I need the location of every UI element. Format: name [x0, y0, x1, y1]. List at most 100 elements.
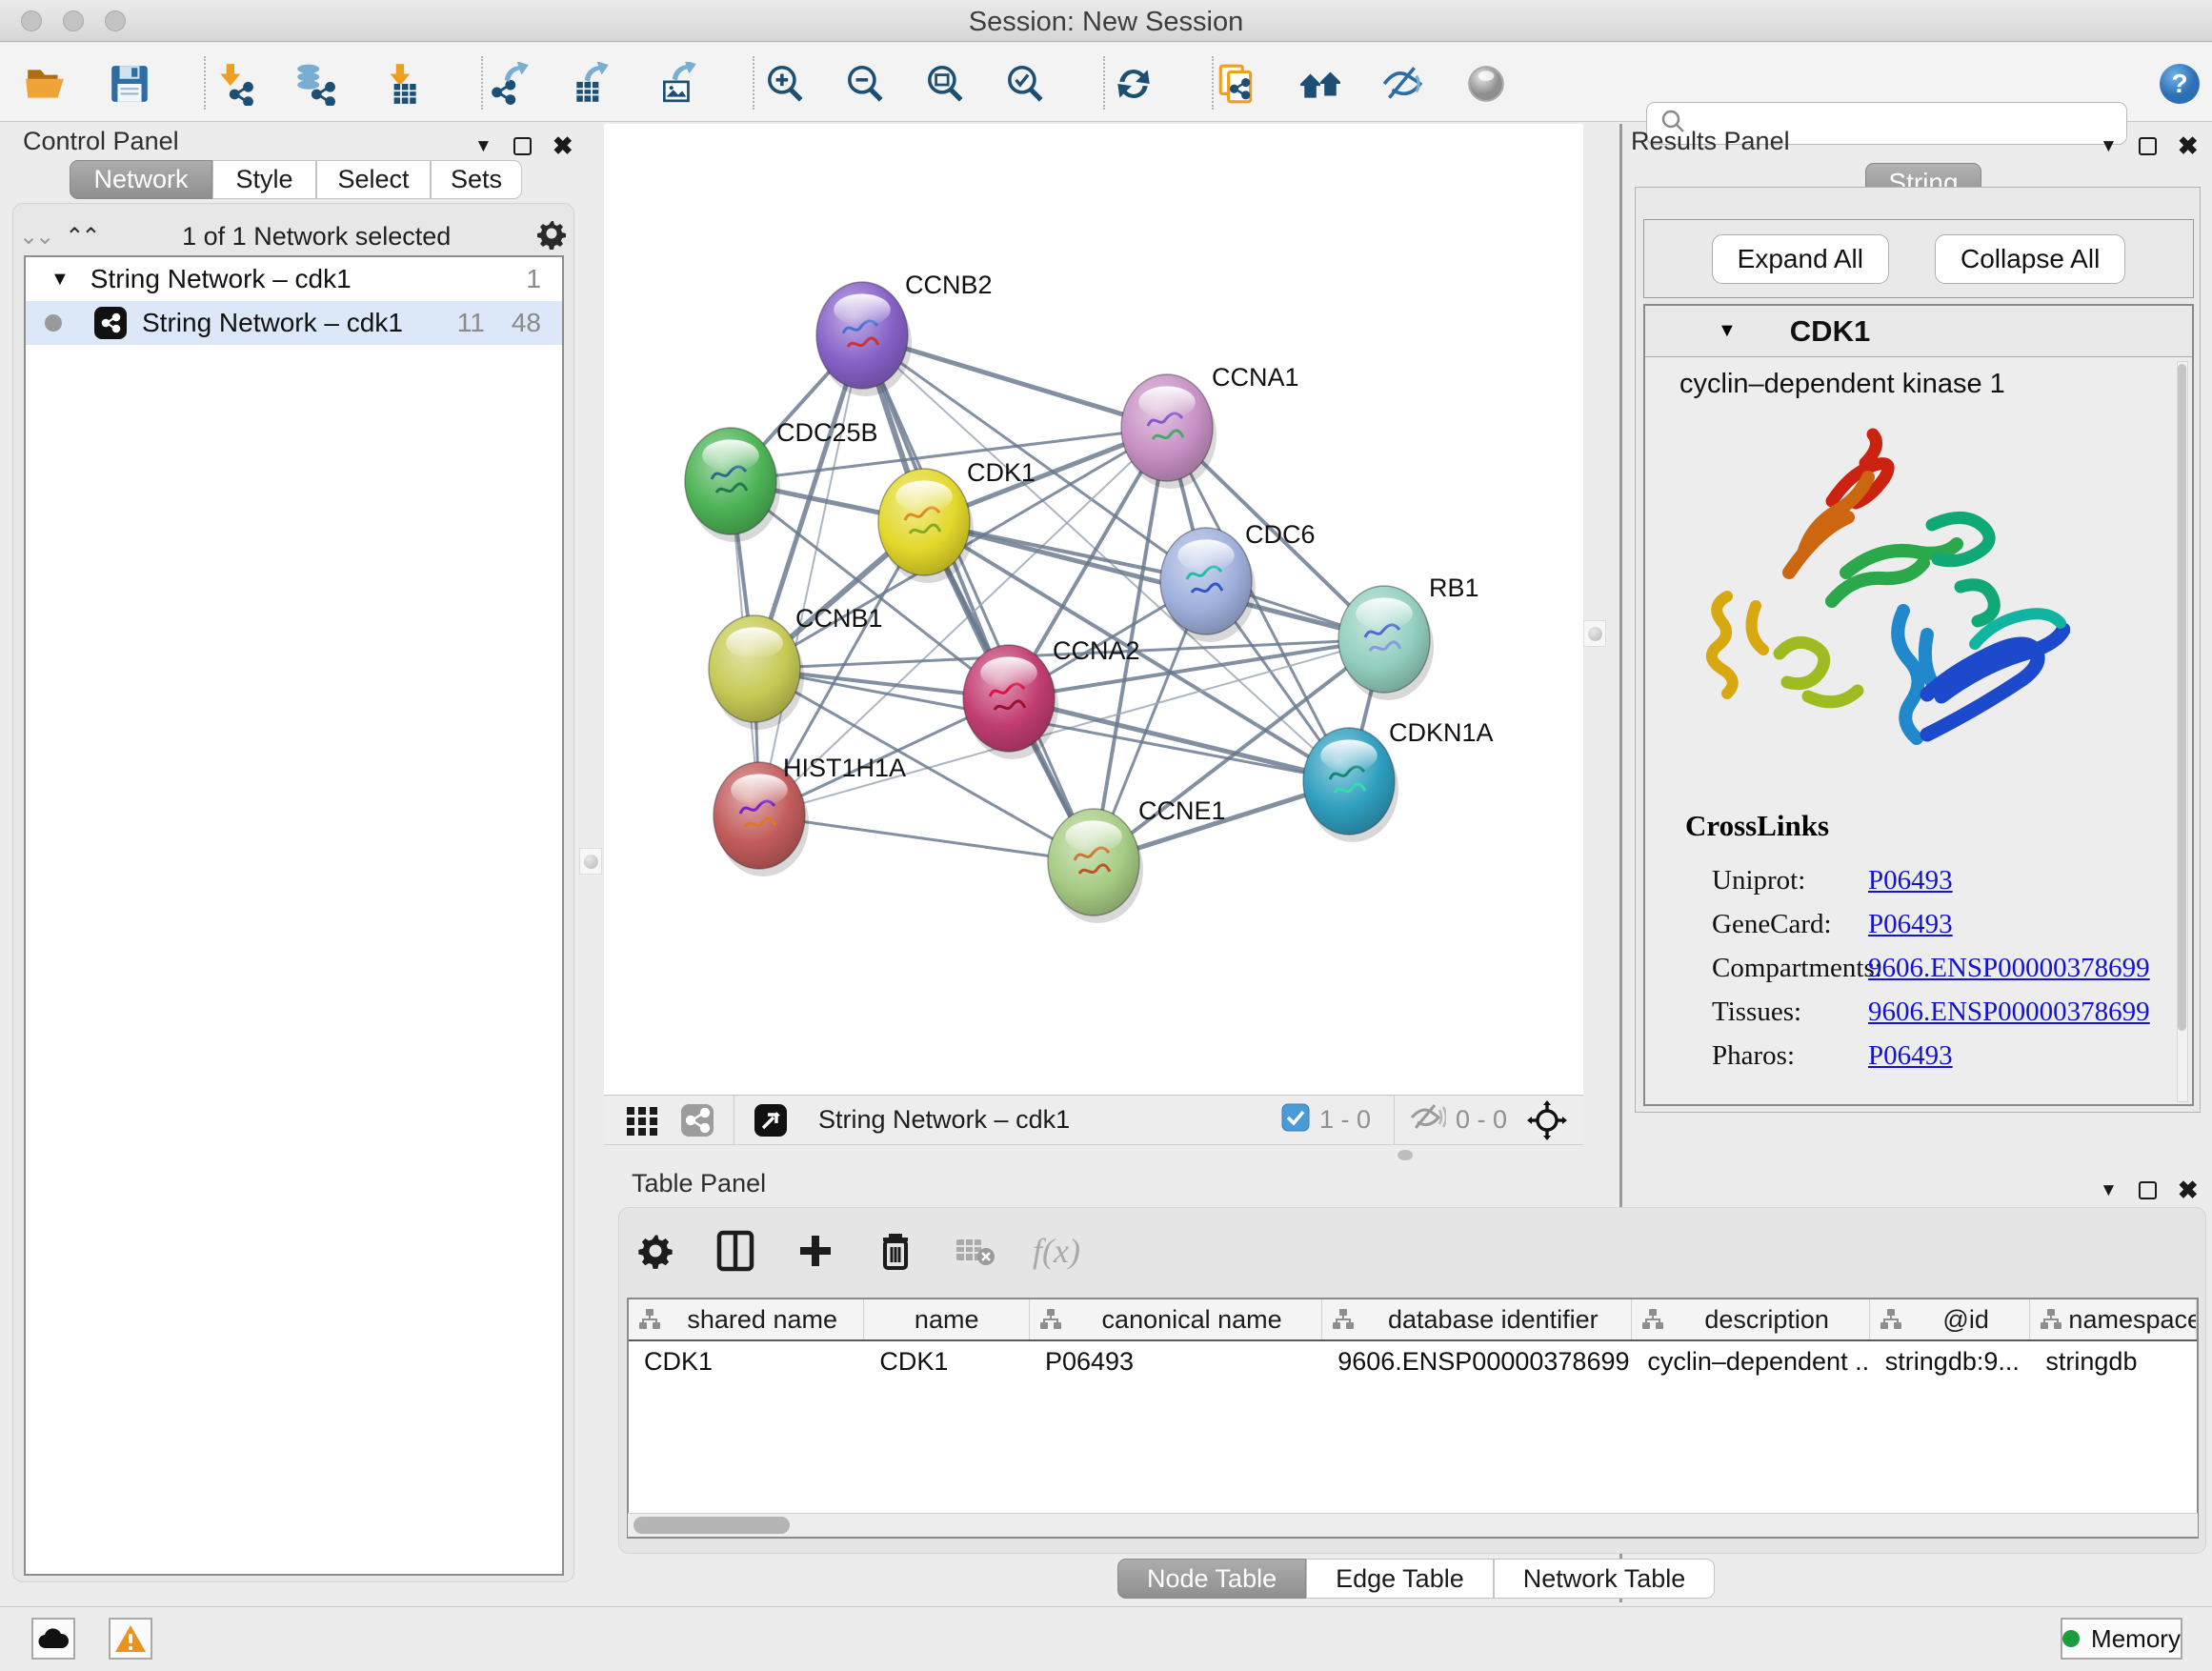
- hidden-eye-slash-icon[interactable]: [1408, 1101, 1446, 1138]
- tab-network[interactable]: Network: [70, 160, 212, 199]
- sphere-button[interactable]: [1462, 60, 1510, 108]
- zoom-in-button[interactable]: [761, 60, 809, 108]
- hide-glass-button[interactable]: [1378, 60, 1426, 108]
- warning-button[interactable]: [109, 1618, 152, 1660]
- network-node-CCNE1: CCNE1: [1048, 796, 1226, 923]
- help-button[interactable]: ?: [2156, 60, 2203, 108]
- export-image-button[interactable]: [654, 60, 702, 108]
- results-panel-close-icon[interactable]: ✖: [2178, 131, 2199, 161]
- grid-view-icon[interactable]: [619, 1097, 665, 1143]
- annotations-button[interactable]: [1213, 60, 1260, 108]
- column-header-name[interactable]: name: [864, 1299, 1030, 1339]
- select-columns-icon[interactable]: [713, 1228, 758, 1274]
- tab-node-table[interactable]: Node Table: [1117, 1559, 1306, 1599]
- export-network-button[interactable]: [487, 60, 534, 108]
- column-header--id[interactable]: @id: [1870, 1299, 2031, 1339]
- table-panel-menu-icon[interactable]: ▼: [2100, 1180, 2118, 1201]
- zoom-out-button[interactable]: [841, 60, 889, 108]
- collection-count: 1: [526, 264, 541, 294]
- table-cell[interactable]: cyclin–dependent ...: [1632, 1341, 1869, 1385]
- collapse-all-button[interactable]: Collapse All: [1935, 234, 2125, 284]
- column-header-shared-name[interactable]: shared name: [629, 1299, 864, 1339]
- control-panel-close-icon[interactable]: ✖: [553, 131, 573, 161]
- expand-all-networks-icon[interactable]: ⌄⌄: [19, 223, 51, 251]
- table-panel-close-icon[interactable]: ✖: [2178, 1176, 2199, 1205]
- crosslink-link[interactable]: P06493: [1868, 1040, 1953, 1072]
- tab-edge-table[interactable]: Edge Table: [1306, 1559, 1494, 1599]
- table-panel-body: f(x) shared namenamecanonical namedataba…: [619, 1208, 2205, 1553]
- crosslink-link[interactable]: 9606.ENSP00000378699: [1868, 953, 2150, 984]
- table-gear-icon[interactable]: [633, 1228, 678, 1274]
- cloud-button[interactable]: [31, 1618, 75, 1660]
- network-view-toolbar: String Network – cdk1 1 - 0 0 - 0: [604, 1095, 1583, 1145]
- collapse-all-networks-icon[interactable]: ⌃⌃: [65, 223, 97, 251]
- network-canvas[interactable]: CCNB2 CCNA1 CDC25B CDK1 CDC6 RB1 CCNB1: [604, 124, 1583, 1095]
- table-horizontal-scrollbar[interactable]: [628, 1513, 2198, 1537]
- refresh-button[interactable]: [1110, 60, 1157, 108]
- control-panel-menu-icon[interactable]: ▼: [474, 136, 493, 157]
- import-table-file-button[interactable]: [378, 60, 426, 108]
- expand-all-button[interactable]: Expand All: [1712, 234, 1889, 284]
- memory-button[interactable]: Memory: [2061, 1618, 2182, 1660]
- network-options-gear-icon[interactable]: [535, 217, 568, 256]
- zoom-fit-button[interactable]: [921, 60, 969, 108]
- tab-select[interactable]: Select: [316, 160, 431, 199]
- network-node-CDK1: CDK1: [878, 458, 1036, 583]
- results-scrollbar[interactable]: [2177, 361, 2188, 1102]
- collection-expander-icon[interactable]: ▼: [50, 269, 70, 291]
- tab-sets[interactable]: Sets: [431, 160, 522, 199]
- tab-network-table[interactable]: Network Table: [1494, 1559, 1716, 1599]
- share-view-icon[interactable]: [674, 1097, 720, 1143]
- table-cell[interactable]: CDK1: [629, 1341, 864, 1385]
- add-column-icon[interactable]: [793, 1228, 838, 1274]
- results-panel-menu-icon[interactable]: ▼: [2100, 136, 2118, 157]
- protein-expander-icon[interactable]: ▼: [1718, 320, 1737, 342]
- import-network-file-button[interactable]: [211, 60, 258, 108]
- column-header-canonical-name[interactable]: canonical name: [1030, 1299, 1322, 1339]
- crosslink-link[interactable]: P06493: [1868, 865, 1953, 896]
- protein-section-header[interactable]: ▼ CDK1: [1645, 306, 2192, 357]
- save-session-button[interactable]: [106, 60, 153, 108]
- table-row[interactable]: CDK1CDK1P064939606.ENSP00000378699cyclin…: [629, 1341, 2197, 1385]
- table-cell[interactable]: P06493: [1030, 1341, 1322, 1385]
- tab-style[interactable]: Style: [212, 160, 316, 199]
- control-panel-float-icon[interactable]: [513, 137, 532, 155]
- crosslink-link[interactable]: P06493: [1868, 909, 1953, 940]
- column-header-namespace[interactable]: namespace: [2030, 1299, 2197, 1339]
- network-node-CDC6: CDC6: [1160, 520, 1316, 642]
- right-splitter-handle[interactable]: [1583, 620, 1606, 647]
- node-table[interactable]: shared namenamecanonical namedatabase id…: [627, 1298, 2199, 1539]
- network-collection-row[interactable]: ▼ String Network – cdk1 1: [26, 257, 562, 301]
- birdseye-crosshair-icon[interactable]: [1524, 1097, 1570, 1143]
- import-network-database-button[interactable]: [291, 60, 338, 108]
- table-tabs: Node TableEdge TableNetwork Table: [1117, 1559, 1715, 1599]
- export-table-button[interactable]: [567, 60, 614, 108]
- table-cell[interactable]: 9606.ENSP00000378699: [1322, 1341, 1632, 1385]
- crosslink-link[interactable]: 9606.ENSP00000378699: [1868, 997, 2150, 1028]
- collection-label: String Network – cdk1: [90, 264, 352, 294]
- zoom-selected-button[interactable]: [1001, 60, 1049, 108]
- crosslink-label: Uniprot:: [1685, 865, 1868, 896]
- results-panel-float-icon[interactable]: [2139, 137, 2157, 155]
- svg-text:RB1: RB1: [1429, 574, 1479, 602]
- toolbar-separator: [1212, 56, 1214, 110]
- network-tree: ▼ String Network – cdk1 1 String Network…: [24, 255, 564, 1576]
- table-cell[interactable]: stringdb: [2030, 1341, 2197, 1385]
- column-header-database-identifier[interactable]: database identifier: [1322, 1299, 1632, 1339]
- network-row[interactable]: String Network – cdk1 11 48: [26, 301, 562, 345]
- window-title: Session: New Session: [0, 7, 2212, 38]
- open-in-new-window-icon[interactable]: [748, 1097, 794, 1143]
- left-splitter-handle[interactable]: [579, 848, 602, 875]
- network-node-HIST1H1A: HIST1H1A: [714, 754, 906, 876]
- selected-checkbox-icon[interactable]: [1281, 1103, 1310, 1137]
- table-cell[interactable]: CDK1: [864, 1341, 1030, 1385]
- open-session-button[interactable]: [22, 60, 70, 108]
- node-table-header: shared namenamecanonical namedatabase id…: [629, 1299, 2197, 1341]
- table-panel-float-icon[interactable]: [2139, 1181, 2157, 1199]
- delete-column-icon[interactable]: [873, 1228, 918, 1274]
- table-cell[interactable]: stringdb:9...: [1870, 1341, 2031, 1385]
- column-header-description[interactable]: description: [1632, 1299, 1869, 1339]
- string-home-button[interactable]: [1297, 60, 1344, 108]
- svg-text:CDC25B: CDC25B: [776, 418, 878, 447]
- table-splitter-handle[interactable]: [1398, 1150, 1413, 1160]
